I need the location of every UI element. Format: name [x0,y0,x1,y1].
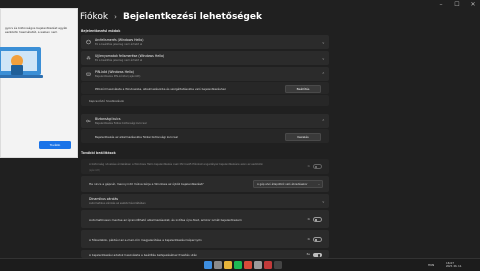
related-links-row: Kapcsolódó hivatkozások [81,95,329,106]
toggle-state-label: Ki [307,217,310,221]
use-signin-info-row: A bejelentkezési adatok használata a beá… [81,250,329,258]
away-signin-row: Ha nincs a gépnél, mennyi idő múlva kérj… [81,176,329,192]
language-indicator[interactable]: HUN [428,263,434,267]
terminal-icon[interactable] [274,261,282,269]
app-icon[interactable] [264,261,272,269]
setting-text: Automatikusan mentse az újraindítható al… [89,217,242,222]
card-title: Biztonsági kulcs [95,117,121,121]
chrome-icon[interactable] [244,261,252,269]
card-title: Dinamikus zárolás [89,197,119,201]
dialog-next-button[interactable]: Tovább [39,141,71,149]
minimize-button[interactable]: – [436,0,446,10]
card-title: PIN-kód (Windows Hello) [95,70,134,74]
setting-text: A fiókadatok, például az e-mail-cím megj… [89,237,202,242]
use-signin-info-toggle[interactable] [313,252,322,257]
chevron-up-icon: ⌃ [321,118,325,124]
page-title: Bejelentkezési lehetőségek [122,12,262,22]
setting-text: A biztonság növelése érdekében a Windows… [89,162,264,166]
taskbar: HUN 16:07 2025. 06. 12. [0,258,480,271]
pin-setup-dialog: gyors és biztonságos bejelentkezést egyé… [0,8,78,158]
close-button[interactable]: ✕ [468,0,478,10]
setting-text: A bejelentkezési adatok használata a beá… [89,253,198,257]
chevron-down-icon: ⌄ [321,198,325,204]
setting-subtext: (ajánlott) [89,169,100,172]
dialog-text: gyors és biztonságos bejelentkezést egyé… [5,26,68,34]
show-account-details-toggle[interactable] [313,237,322,242]
toggle-state-label: Ki [307,237,310,241]
spotify-icon[interactable] [234,261,242,269]
card-title: Ujjlenyomatok felismerése (Windows Hello… [95,54,165,58]
section-heading-additional: További beállítások [81,151,116,155]
toggle-state-label: Be [306,253,310,256]
explorer-icon[interactable] [224,261,232,269]
illustration-image [0,47,43,78]
card-subtitle: Bejelentkezés fizikai biztonsági kulccsa… [95,121,147,125]
fingerprint-card[interactable]: Ujjlenyomatok felismerése (Windows Hello… [81,51,329,65]
fingerprint-icon [86,56,91,60]
card-subtitle: Automatikus zárolás az eszköz távollétéb… [89,201,146,205]
security-key-card[interactable]: Biztonsági kulcs Bejelentkezés fizikai b… [81,114,329,128]
windows-hello-only-row: A biztonság növelése érdekében a Windows… [81,159,329,174]
pin-card[interactable]: PIN-kód (Windows Hello) Bejelentkezés PI… [81,67,329,81]
card-subtitle: Ez a beállítás jelenleg nem érhető el [95,58,143,62]
face-recognition-card[interactable]: Arcfelismerés (Windows Hello) Ez a beáll… [81,35,329,49]
setting-text: Ha nincs a gépnél, mennyi idő múlva kérj… [89,182,204,186]
section-heading-methods: Bejelentkezési módok [81,29,121,33]
auto-restart-apps-row: Automatikusan mentse az újraindítható al… [81,210,329,228]
clock-date[interactable]: 2025. 06. 12. [446,265,462,268]
key-icon [86,119,91,123]
pin-setup-button[interactable]: Beállítás [285,84,321,93]
security-key-text: Bejelentkezés az alkalmazásokba fizikai … [95,134,178,139]
chevron-down-icon: ⌄ [317,182,320,186]
chevron-down-icon: ⌄ [321,39,325,45]
maximize-button[interactable]: ☐ [452,0,462,10]
windows-hello-only-toggle[interactable] [313,164,322,169]
window-controls: – ☐ ✕ [436,0,478,10]
card-title: Arcfelismerés (Windows Hello) [95,38,144,42]
clock-time[interactable]: 16:07 [446,261,454,265]
breadcrumb-parent[interactable]: Fiókok [80,12,108,22]
away-signin-dropdown[interactable]: A gép alvó állapotból való ébredésekor ⌄ [253,179,323,188]
face-icon [86,39,91,45]
chevron-up-icon: ⌃ [321,71,325,77]
chevron-down-icon: ⌄ [321,55,325,61]
search-icon[interactable] [214,261,222,269]
related-links-label: Kapcsolódó hivatkozások [89,99,125,103]
pin-setup-row: PIN-kód használata a Windowsba, alkalmaz… [81,82,329,94]
security-key-manage-row: Bejelentkezés az alkalmazásokba fizikai … [81,129,329,143]
card-subtitle: Ez a beállítás jelenleg nem érhető el [95,42,143,46]
start-icon[interactable] [204,261,212,269]
toggle-state-label: Ki [307,164,310,168]
dynamic-lock-card[interactable]: Dinamikus zárolás Automatikus zárolás az… [81,194,329,208]
pin-setup-text: PIN-kód használata a Windowsba, alkalmaz… [95,86,226,91]
security-key-manage-button[interactable]: Kezelés [285,132,321,141]
dropdown-value: A gép alvó állapotból való ébredésekor [257,182,308,186]
show-account-details-row: A fiókadatok, például az e-mail-cím megj… [81,230,329,248]
pin-icon [86,72,91,76]
settings-icon[interactable] [254,261,262,269]
breadcrumb: Fiókok › Bejelentkezési lehetőségek [80,12,262,22]
chevron-right-icon: › [114,13,117,21]
auto-restart-apps-toggle[interactable] [313,217,322,222]
card-subtitle: Bejelentkezés PIN-kóddal (ajánlott) [95,74,141,78]
